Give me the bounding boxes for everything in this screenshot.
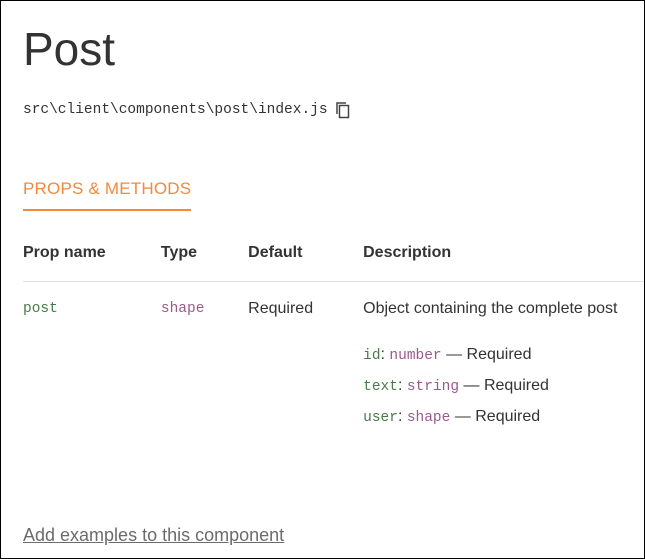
- field-note: — Required: [441, 346, 532, 363]
- field-separator: :: [397, 377, 407, 394]
- copy-icon[interactable]: [335, 101, 351, 119]
- props-table-header-row: Prop name Type Default Description: [23, 237, 644, 282]
- component-path-row: src\client\components\post\index.js: [23, 101, 351, 119]
- tab-props-methods[interactable]: PROPS & METHODS: [23, 179, 192, 211]
- shape-field-text: text: string — Required: [363, 371, 644, 402]
- shape-field-id: id: number — Required: [363, 340, 644, 371]
- table-row: post shape Required Object containing th…: [23, 282, 644, 434]
- shape-field-user: user: shape — Required: [363, 402, 644, 433]
- header-type: Type: [160, 237, 249, 282]
- header-description: Description: [363, 237, 644, 282]
- field-separator: :: [397, 408, 407, 425]
- field-type: shape: [406, 410, 451, 426]
- add-examples-link[interactable]: Add examples to this component: [23, 525, 284, 546]
- header-prop-name: Prop name: [23, 237, 161, 282]
- props-table: Prop name Type Default Description post …: [23, 237, 644, 434]
- prop-type: shape: [160, 301, 205, 317]
- field-name: id: [363, 348, 381, 364]
- styleguide-component-panel: Post src\client\components\post\index.js…: [0, 0, 645, 559]
- header-default: Default: [248, 237, 364, 282]
- prop-name: post: [23, 301, 58, 317]
- prop-description-text: Object containing the complete post: [363, 300, 618, 317]
- field-type: number: [389, 348, 442, 364]
- copy-icon-graphic: [335, 102, 349, 119]
- field-type: string: [406, 379, 460, 395]
- prop-default: Required: [248, 300, 314, 317]
- component-title: Post: [23, 23, 116, 75]
- component-path: src\client\components\post\index.js: [23, 102, 328, 118]
- prop-description: Object containing the complete post id: …: [363, 282, 644, 434]
- field-name: user: [363, 410, 398, 426]
- field-name: text: [363, 379, 398, 395]
- field-note: — Required: [459, 377, 549, 394]
- field-note: — Required: [450, 408, 541, 425]
